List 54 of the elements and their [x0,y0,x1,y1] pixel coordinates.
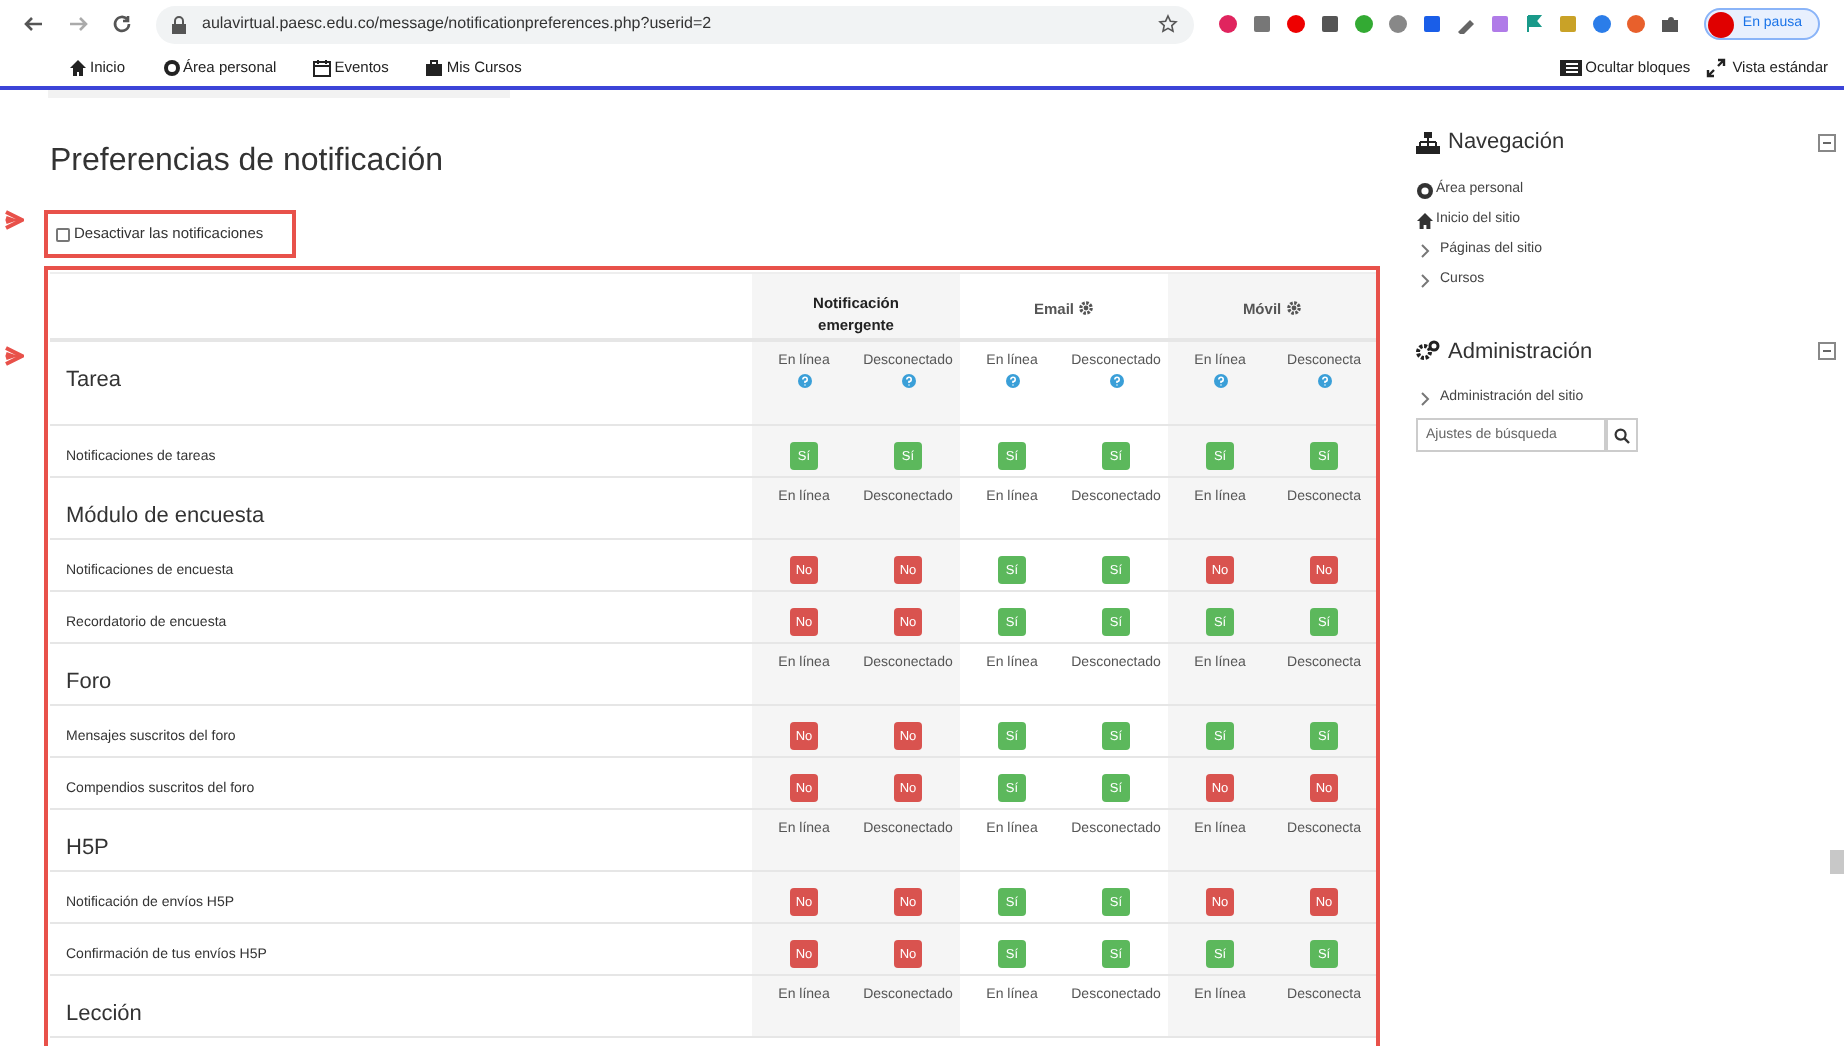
page-title: Preferencias de notificación [48,142,446,182]
reload-icon[interactable] [112,14,132,34]
block-title: Navegación [1448,128,1565,158]
help-icon[interactable] [1109,373,1123,387]
extension-icon[interactable] [1388,14,1409,34]
back-icon[interactable] [24,14,44,34]
nav-action-icon [1706,57,1729,77]
nav-link-icon [68,57,88,77]
collapse-icon[interactable] [1818,133,1836,152]
section-title: Módulo de encuesta [66,504,265,528]
chevron-icon [1416,390,1434,408]
nav-link-icon [424,57,445,77]
help-icon[interactable] [797,373,811,387]
section-title: H5P [66,836,109,860]
help-icon[interactable] [1213,373,1228,387]
url-text: aulavirtual.paesc.edu.co/message/notificationpreferences.php?userid=2 [202,12,714,36]
nav-link-icon [161,57,182,77]
settings-icon[interactable] [1285,300,1302,317]
nav-action-icon [1559,57,1582,77]
extension-icon[interactable] [1286,14,1307,34]
help-icon[interactable] [901,373,915,387]
star-icon[interactable] [1158,14,1179,34]
extension-icon[interactable] [1524,14,1545,34]
lock-icon [172,15,186,33]
search-icon [1614,427,1630,443]
extension-icon[interactable] [1592,14,1613,34]
avatar-icon [1708,11,1735,37]
section-title: Foro [66,670,112,694]
extension-icon[interactable] [1660,14,1681,34]
block-icon [1416,340,1440,363]
block-title: Administración [1448,337,1593,367]
address-bar[interactable]: aulavirtual.paesc.edu.co/message/notificationpreferences.php?userid=2 [156,5,1195,43]
extension-icon[interactable] [1252,14,1273,34]
collapse-icon[interactable] [1818,342,1836,361]
extension-icon[interactable] [1626,14,1647,34]
settings-icon[interactable] [1078,300,1095,317]
section-title: Lección [66,1002,142,1026]
extension-icon[interactable] [1320,14,1341,34]
extension-icon[interactable] [1490,14,1511,34]
home-icon [1416,211,1434,229]
extension-icon[interactable] [1456,14,1477,34]
annotation-arrow-icon [4,346,24,366]
nav-link-icon [312,57,333,77]
search-button[interactable] [1606,418,1638,452]
annotation-arrow-icon [4,210,24,230]
forward-icon[interactable] [68,14,88,34]
extension-icon[interactable] [1218,14,1239,34]
help-icon[interactable] [1317,373,1332,387]
dashboard-icon [1416,181,1434,199]
extension-icon[interactable] [1422,14,1443,34]
help-icon[interactable] [1005,373,1019,387]
scrollbar-thumb[interactable] [1830,850,1844,874]
section-title: Tarea [66,367,122,391]
block-icon [1416,131,1440,154]
